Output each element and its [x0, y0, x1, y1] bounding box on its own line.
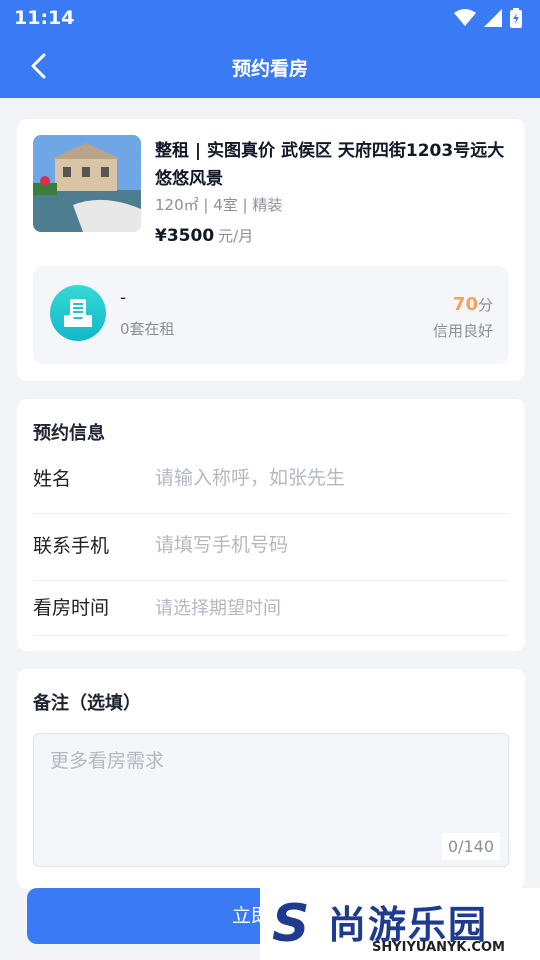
remarks-char-counter: 0/140	[441, 833, 500, 860]
credit-score: 70分	[453, 294, 493, 315]
listing-spec: 120㎡ | 4室 | 精装	[155, 196, 283, 214]
credit-score-unit: 分	[477, 296, 493, 314]
house-photo[interactable]	[33, 135, 141, 232]
watermark-logo: S 尚游乐园 SHYIYUANYK.COM	[260, 888, 540, 960]
viewing-time-label: 看房时间	[33, 597, 110, 619]
page-title: 预约看房	[231, 58, 308, 80]
appointment-card: 预约信息 姓名 联系手机 看房时间	[17, 399, 525, 651]
name-input[interactable]	[153, 459, 497, 497]
status-time: 11:14	[14, 7, 75, 29]
remarks-box: 0/140	[33, 733, 509, 867]
status-icons	[454, 8, 522, 28]
listing-price: ¥3500	[155, 226, 215, 246]
landlord-name: -	[120, 288, 127, 308]
wifi-icon	[454, 9, 476, 26]
phone-row: 联系手机	[33, 514, 509, 581]
watermark-letter: S	[272, 894, 310, 954]
appointment-section-title: 预约信息	[33, 423, 105, 444]
name-row: 姓名	[33, 447, 509, 514]
phone-input[interactable]	[153, 526, 497, 564]
phone-label: 联系手机	[33, 535, 110, 557]
remarks-section-title: 备注（选填）	[33, 693, 141, 714]
listing-card: 整租 | 实图真价 武侯区 天府四街1203号远大悠悠风景 120㎡ | 4室 …	[17, 119, 525, 381]
viewing-time-input[interactable]	[153, 589, 497, 627]
landlord-avatar	[50, 285, 106, 341]
remarks-card: 备注（选填） 0/140	[17, 669, 525, 889]
signal-icon	[484, 9, 502, 27]
battery-icon	[510, 8, 522, 28]
remarks-textarea[interactable]	[48, 744, 492, 838]
credit-status: 信用良好	[432, 322, 493, 340]
listing-price-row: ¥3500 元/月	[155, 225, 253, 246]
landlord-panel[interactable]: - 0套在租 70分 信用良好	[33, 266, 509, 364]
credit-score-value: 70	[452, 294, 478, 315]
listing-price-unit: 元/月	[218, 227, 254, 245]
viewing-time-row[interactable]: 看房时间	[33, 581, 509, 636]
status-bar: 11:14	[0, 0, 540, 36]
app-header: 预约看房	[0, 36, 540, 98]
listing-title[interactable]: 整租 | 实图真价 武侯区 天府四街1203号远大悠悠风景	[155, 137, 515, 193]
name-label: 姓名	[33, 468, 72, 490]
landlord-inbox-icon	[64, 299, 92, 327]
watermark-url: SHYIYUANYK.COM	[372, 940, 505, 955]
landlord-listings-count: 0套在租	[120, 320, 175, 338]
